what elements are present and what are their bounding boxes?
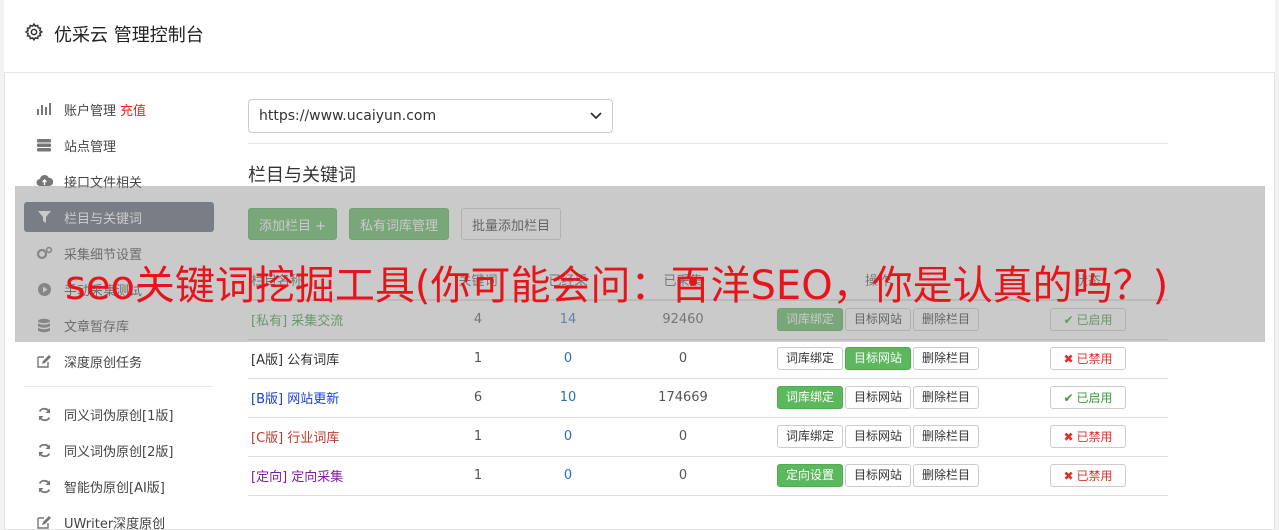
status-cell: ✔已启用	[1008, 378, 1168, 418]
collecting-count[interactable]: 0	[518, 456, 618, 496]
column-name-cell: [定向] 定向采集	[248, 456, 438, 496]
column-name-cell: [C版] 行业词库	[248, 417, 438, 457]
sidebar-item-label: 同义词伪原创[2版]	[64, 444, 174, 460]
sidebar-item-label: 深度原创任务	[64, 355, 143, 371]
overlay-title: seo关键词挖掘工具(你可能会问：百洋SEO，你是认真的吗？)	[65, 263, 1169, 309]
refresh-icon	[35, 442, 53, 458]
collected-count: 0	[618, 417, 748, 457]
edit-icon	[35, 353, 53, 369]
status-label: 已禁用	[1076, 430, 1113, 444]
close-icon: ✖	[1063, 429, 1074, 444]
server-icon	[35, 137, 53, 153]
close-icon: ✖	[1063, 468, 1074, 483]
keyword-count: 1	[438, 456, 518, 496]
chevron-down-icon	[590, 112, 602, 120]
collected-count: 0	[618, 456, 748, 496]
sidebar-divider	[24, 386, 213, 387]
status-toggle[interactable]: ✖ 已禁用	[1050, 464, 1126, 487]
status-label: 已启用	[1076, 391, 1113, 405]
column-tag: [A版]	[251, 353, 284, 368]
keyword-count: 1	[438, 339, 518, 379]
column-name-cell: [B版] 网站更新	[248, 378, 438, 418]
column-name[interactable]: 定向采集	[291, 470, 343, 485]
bind-lexicon-button[interactable]: 词库绑定	[776, 347, 843, 370]
sidebar-item[interactable]: 智能伪原创[AI版]	[24, 471, 214, 501]
sidebar-item-label: 智能伪原创[AI版]	[64, 480, 165, 496]
keyword-count: 1	[438, 417, 518, 457]
site-select-value: https://www.ucaiyun.com	[259, 108, 437, 124]
actions-cell: 定向设置 目标网站 删除栏目	[748, 456, 1008, 496]
status-cell: ✖ 已禁用	[1008, 339, 1168, 379]
sidebar-item[interactable]: 站点管理	[24, 130, 214, 160]
collecting-count[interactable]: 10	[518, 378, 618, 418]
gear-icon	[24, 22, 44, 42]
status-label: 已禁用	[1076, 469, 1113, 483]
sidebar-item[interactable]: 同义词伪原创[1版]	[24, 399, 214, 429]
bind-lexicon-button[interactable]: 定向设置	[776, 464, 843, 487]
overlay-dot	[689, 278, 697, 286]
column-name[interactable]: 公有词库	[287, 353, 339, 368]
status-toggle[interactable]: ✔已启用	[1050, 386, 1126, 409]
sidebar-item[interactable]: 账户管理 充值	[24, 94, 214, 124]
header-bar: 优采云 管理控制台	[4, 0, 1275, 73]
sidebar-item-label: 同义词伪原创[1版]	[64, 408, 174, 424]
actions-cell: 词库绑定目标网站删除栏目	[748, 417, 1008, 457]
sidebar-item-label: 账户管理	[64, 103, 117, 119]
delete-column-button[interactable]: 删除栏目	[913, 425, 980, 448]
bind-lexicon-button[interactable]: 词库绑定	[776, 386, 843, 409]
status-cell: ✖ 已禁用	[1008, 456, 1168, 496]
site-select[interactable]: https://www.ucaiyun.com	[248, 99, 613, 133]
keyword-count: 6	[438, 378, 518, 418]
title-overlay: seo关键词挖掘工具(你可能会问：百洋SEO，你是认真的吗？)	[15, 186, 1265, 342]
column-name[interactable]: 行业词库	[287, 431, 339, 446]
sidebar-item-label: UWriter深度原创	[64, 516, 166, 530]
column-tag: [定向]	[251, 470, 288, 485]
column-name-cell: [A版] 公有词库	[248, 339, 438, 379]
target-site-button[interactable]: 目标网站	[844, 425, 911, 448]
divider	[248, 143, 1168, 144]
table-row: [B版] 网站更新 6 10 174669 词库绑定 目标网站 删除栏目 ✔ 已启用	[248, 378, 1168, 418]
collected-count: 0	[618, 339, 748, 379]
close-icon: ✖	[1063, 351, 1074, 366]
column-tag: [C版]	[251, 431, 284, 446]
collecting-count[interactable]: 0	[518, 339, 618, 379]
actions-cell: 词库绑定目标网站删除栏目	[748, 339, 1008, 379]
status-toggle[interactable]: ✖ 已禁用	[1050, 425, 1126, 448]
delete-column-button[interactable]: 删除栏目	[913, 347, 980, 370]
status-toggle[interactable]: ✖ 已禁用	[1050, 347, 1126, 370]
edit-icon	[35, 514, 53, 530]
column-name[interactable]: 网站更新	[287, 392, 339, 407]
table-row: [A版] 公有词库 1 0 0 词库绑定 目标网站 删除栏目 ✖ 已禁用	[248, 339, 1168, 379]
collected-count: 174669	[618, 378, 748, 418]
section-title: 栏目与关键词	[248, 165, 356, 186]
target-site-button[interactable]: 目标网站	[844, 347, 911, 370]
actions-cell: 词库绑定目标网站删除栏目	[748, 378, 1008, 418]
sidebar-item-label: 站点管理	[64, 139, 117, 155]
delete-column-button[interactable]: 删除栏目	[913, 386, 980, 409]
table-row: [定向] 定向采集 1 0 0 定向设置 目标网站 删除栏目 ✖ 已禁用	[248, 456, 1168, 496]
sidebar-item[interactable]: 深度原创任务	[24, 346, 214, 376]
bind-lexicon-button[interactable]: 词库绑定	[776, 425, 843, 448]
table-row: [C版] 行业词库 1 0 0 词库绑定 目标网站 删除栏目 ✖ 已禁用	[248, 417, 1168, 457]
column-tag: [B版]	[251, 392, 284, 407]
status-cell: ✖ 已禁用	[1008, 417, 1168, 457]
page-title: 优采云 管理控制台	[54, 25, 204, 46]
status-label: 已禁用	[1076, 352, 1113, 366]
target-site-button[interactable]: 目标网站	[844, 464, 911, 487]
collecting-count[interactable]: 0	[518, 417, 618, 457]
recharge-link[interactable]: 充值	[120, 100, 146, 119]
check-icon: ✔	[1063, 390, 1074, 405]
delete-column-button[interactable]: 删除栏目	[913, 464, 980, 487]
scrollbar[interactable]	[1275, 0, 1279, 530]
bar-chart-icon	[35, 101, 53, 117]
sidebar-item[interactable]: 同义词伪原创[2版]	[24, 435, 214, 465]
refresh-icon	[35, 478, 53, 494]
target-site-button[interactable]: 目标网站	[844, 386, 911, 409]
sidebar-item[interactable]: UWriter深度原创	[24, 507, 214, 530]
refresh-icon	[35, 406, 53, 422]
